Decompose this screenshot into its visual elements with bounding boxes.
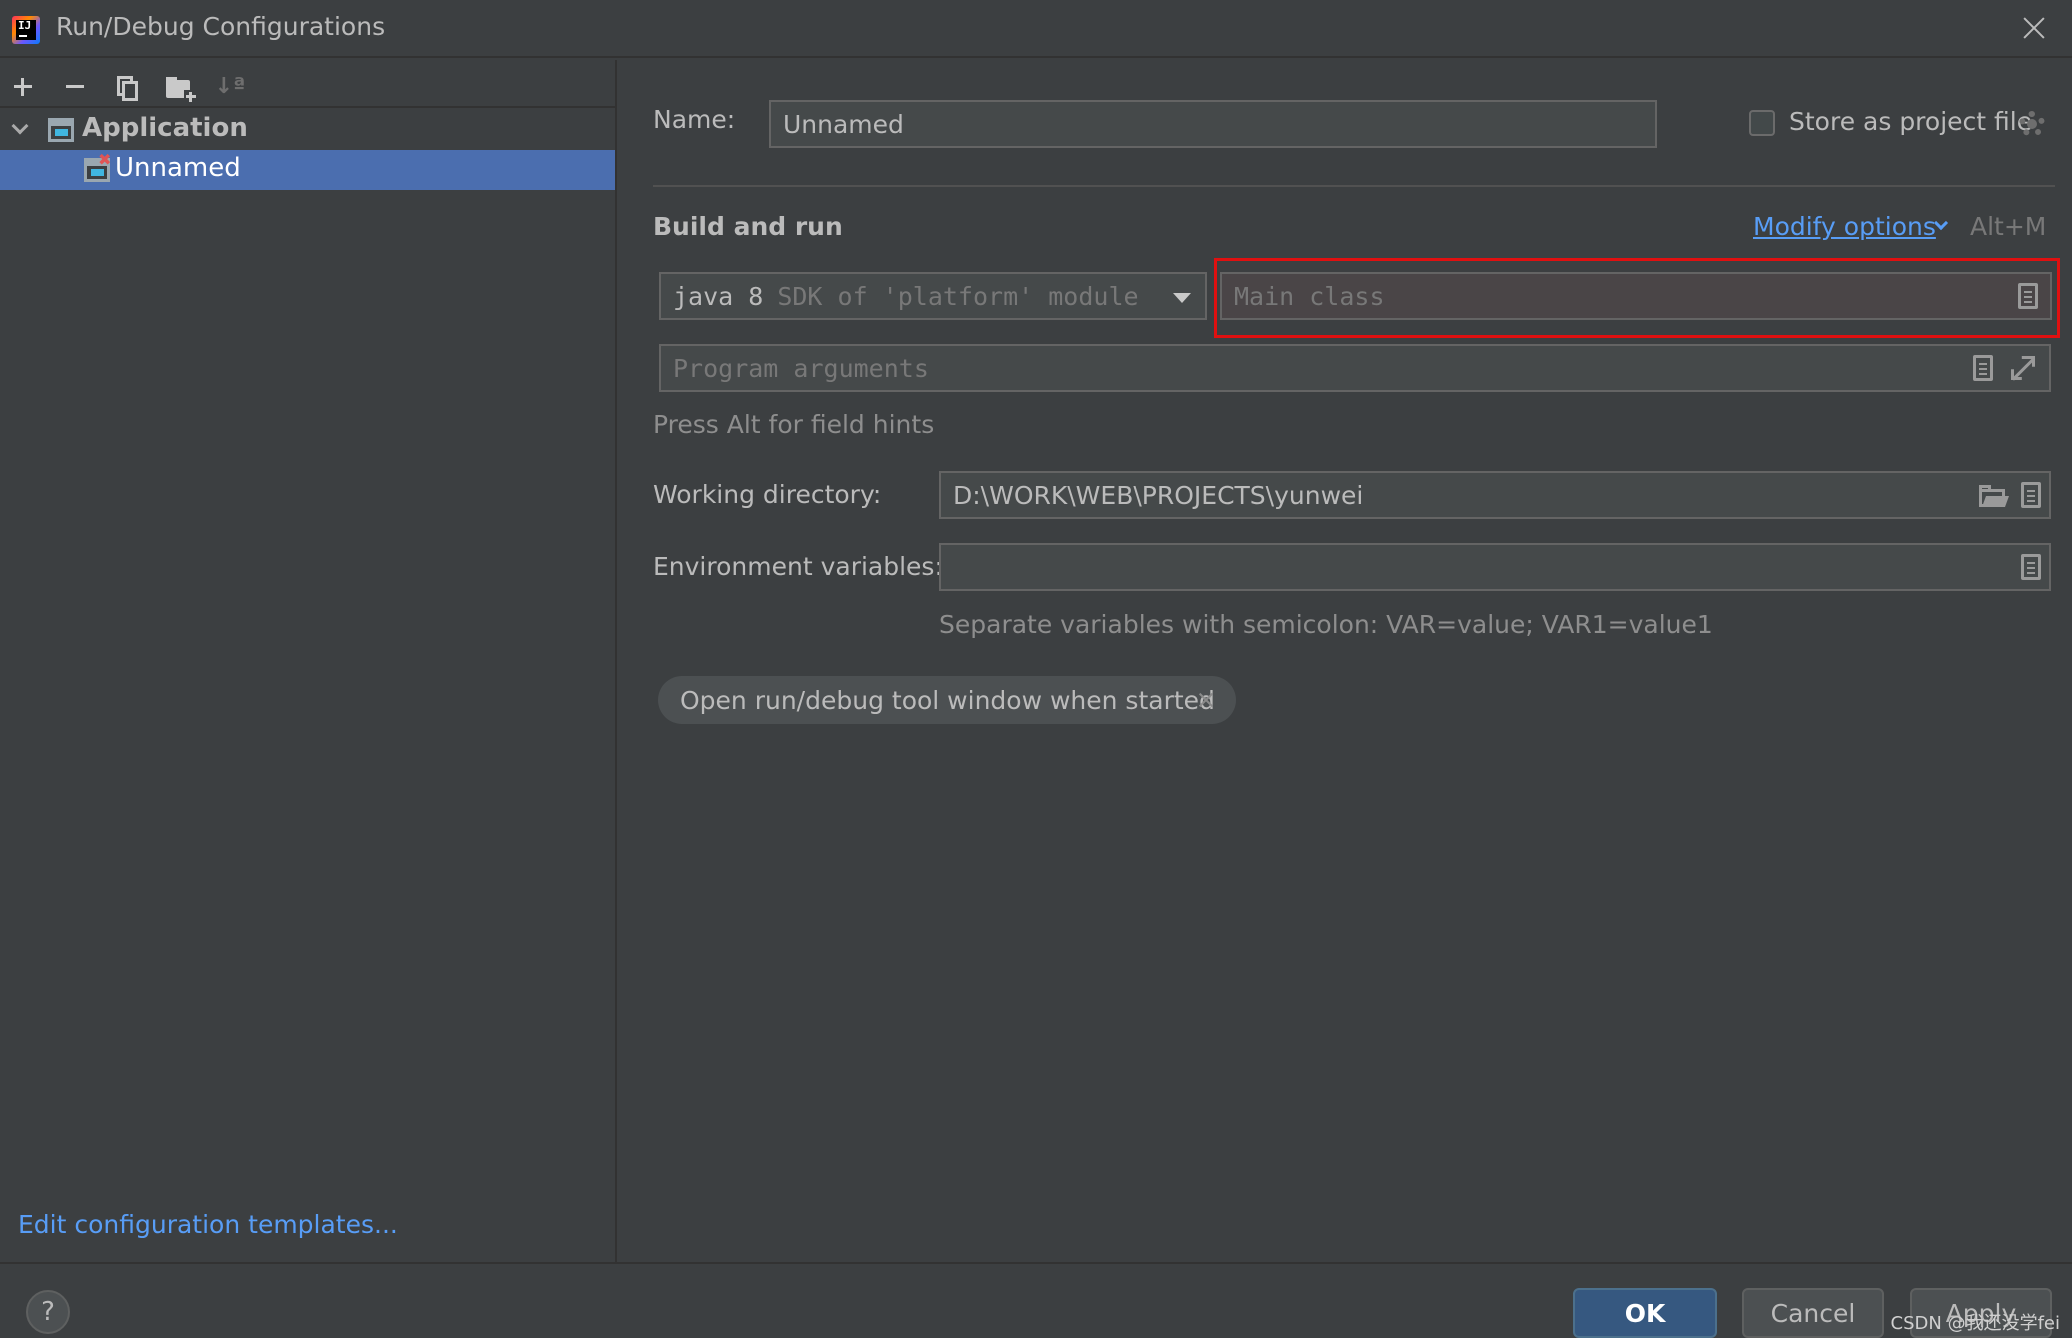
open-folder-icon[interactable] xyxy=(1979,485,2010,507)
divider xyxy=(653,185,2055,187)
program-arguments-placeholder: Program arguments xyxy=(673,353,929,383)
environment-variables-label: Environment variables: xyxy=(653,552,943,581)
cancel-button[interactable]: Cancel xyxy=(1742,1288,1884,1338)
working-directory-value: D:\WORK\WEB\PROJECTS\yunwei xyxy=(953,480,1364,510)
configurations-sidebar: ↓ª Application ✖ Unnamed Edit configurat… xyxy=(0,60,617,1262)
environment-variables-input[interactable] xyxy=(939,543,2051,591)
application-icon xyxy=(48,118,74,142)
gear-icon[interactable] xyxy=(2019,111,2045,137)
title-bar: IJ Run/Debug Configurations xyxy=(0,0,2072,58)
name-input-value: Unnamed xyxy=(783,109,904,139)
build-and-run-heading: Build and run xyxy=(653,212,843,241)
close-icon[interactable] xyxy=(2016,10,2052,46)
main-class-placeholder: Main class xyxy=(1234,281,1385,311)
name-label: Name: xyxy=(653,105,736,134)
tree-node-unnamed[interactable]: ✖ Unnamed xyxy=(0,150,615,190)
working-directory-label: Working directory: xyxy=(653,480,882,509)
browse-list-icon[interactable] xyxy=(2018,283,2038,309)
window-title: Run/Debug Configurations xyxy=(56,12,386,41)
intellij-logo-icon: IJ xyxy=(12,16,40,44)
csdn-watermark: CSDN @我还没学fei xyxy=(1890,1313,2060,1334)
run-debug-dialog: IJ Run/Debug Configurations ↓ª Applicati… xyxy=(0,0,2072,1338)
environment-variables-hint: Separate variables with semicolon: VAR=v… xyxy=(939,610,1713,639)
sidebar-toolbar: ↓ª xyxy=(0,60,615,108)
macro-list-icon[interactable] xyxy=(2021,482,2041,508)
sort-icon[interactable]: ↓ª xyxy=(212,68,248,104)
add-icon[interactable] xyxy=(4,68,40,104)
tree-label-unnamed: Unnamed xyxy=(115,153,241,183)
chip-label: Open run/debug tool window when started xyxy=(680,685,1215,715)
macro-list-icon[interactable] xyxy=(1973,355,1993,381)
store-as-project-file-label[interactable]: Store as project file xyxy=(1789,107,2032,136)
working-directory-input[interactable]: D:\WORK\WEB\PROJECTS\yunwei xyxy=(939,471,2051,519)
program-arguments-input[interactable]: Program arguments xyxy=(659,344,2051,392)
copy-icon[interactable] xyxy=(108,68,144,104)
expand-icon[interactable] xyxy=(2011,356,2035,380)
configuration-editor: Name: Unnamed Store as project file Buil… xyxy=(617,60,2072,1262)
dropdown-arrow-icon[interactable] xyxy=(1173,293,1191,303)
remove-icon[interactable] xyxy=(56,68,92,104)
error-mark-icon: ✖ xyxy=(98,150,112,169)
name-input[interactable]: Unnamed xyxy=(769,100,1657,148)
field-hints-text: Press Alt for field hints xyxy=(653,410,935,439)
main-class-input[interactable]: Main class xyxy=(1220,272,2052,320)
modify-options-shortcut: Alt+M xyxy=(1970,212,2047,241)
edit-variables-icon[interactable] xyxy=(2021,554,2041,580)
open-tool-window-option-chip[interactable]: Open run/debug tool window when started xyxy=(658,676,1236,724)
chevron-down-icon[interactable] xyxy=(1933,215,1949,231)
tree-label-application: Application xyxy=(82,113,248,143)
help-button[interactable]: ? xyxy=(26,1290,70,1334)
ok-button[interactable]: OK xyxy=(1573,1288,1717,1338)
logo-text: IJ xyxy=(18,19,32,32)
jdk-select-suffix: SDK of 'platform' module xyxy=(777,281,1139,311)
jdk-select-value: java 8 xyxy=(673,281,764,311)
store-as-project-file-checkbox[interactable] xyxy=(1749,110,1775,136)
chevron-down-icon[interactable] xyxy=(11,117,29,135)
tree-node-application[interactable]: Application xyxy=(0,110,615,150)
remove-option-icon[interactable] xyxy=(1196,690,1216,710)
modify-options-link[interactable]: Modify options xyxy=(1753,212,1936,241)
dialog-button-bar: ? OK Cancel Apply CSDN @我还没学fei xyxy=(0,1262,2072,1338)
new-folder-icon[interactable] xyxy=(160,68,196,104)
edit-configuration-templates-link[interactable]: Edit configuration templates... xyxy=(18,1210,398,1239)
jdk-select[interactable]: java 8 SDK of 'platform' module xyxy=(659,272,1207,320)
